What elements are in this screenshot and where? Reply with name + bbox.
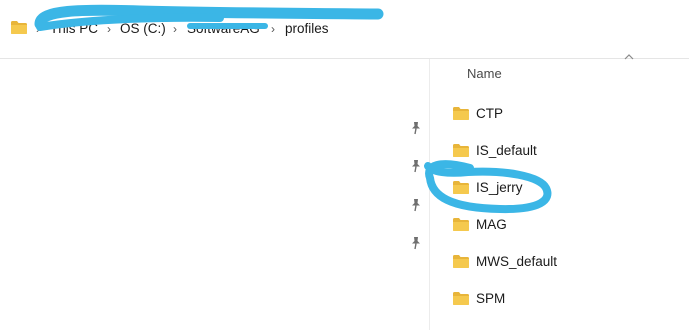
folder-icon [453, 255, 469, 268]
list-item[interactable]: MWS_default [440, 248, 689, 276]
list-item[interactable]: SPM [440, 285, 689, 313]
folder-icon [11, 21, 27, 34]
item-name: IS_jerry [476, 180, 523, 195]
item-name: IS_default [476, 143, 537, 158]
folder-icon [453, 107, 469, 120]
item-name: MWS_default [476, 254, 558, 269]
pane-divider[interactable] [429, 59, 430, 330]
breadcrumb-chevron-icon[interactable]: › [33, 20, 43, 38]
column-header-name[interactable]: Name [467, 66, 502, 82]
breadcrumb-softwareag[interactable]: SoftwareAG [187, 20, 260, 38]
folder-icon [453, 144, 469, 157]
breadcrumb-this-pc[interactable]: This PC [50, 20, 98, 38]
pin-icon[interactable] [409, 236, 423, 250]
breadcrumb-chevron-icon[interactable]: › [104, 20, 114, 38]
pin-icon[interactable] [409, 198, 423, 212]
address-bar[interactable]: › This PC › OS (C:) › SoftwareAG › profi… [0, 0, 689, 58]
folder-icon [453, 218, 469, 231]
list-item[interactable]: MAG [440, 211, 689, 239]
folder-icon [453, 181, 469, 194]
breadcrumb-chevron-icon[interactable]: › [268, 20, 278, 38]
list-item[interactable]: IS_default [440, 137, 689, 165]
item-name: CTP [476, 106, 503, 121]
folder-icon [453, 292, 469, 305]
address-bar-divider [0, 58, 689, 59]
breadcrumb-os-c[interactable]: OS (C:) [120, 20, 166, 38]
breadcrumb-chevron-icon[interactable]: › [170, 20, 180, 38]
list-item[interactable]: IS_jerry [440, 174, 689, 202]
item-name: MAG [476, 217, 507, 232]
pin-icon[interactable] [409, 159, 423, 173]
list-item[interactable]: CTP [440, 100, 689, 128]
pin-icon[interactable] [409, 121, 423, 135]
breadcrumb-profiles[interactable]: profiles [285, 20, 329, 38]
item-name: SPM [476, 291, 506, 306]
sort-up-icon[interactable] [622, 52, 636, 62]
